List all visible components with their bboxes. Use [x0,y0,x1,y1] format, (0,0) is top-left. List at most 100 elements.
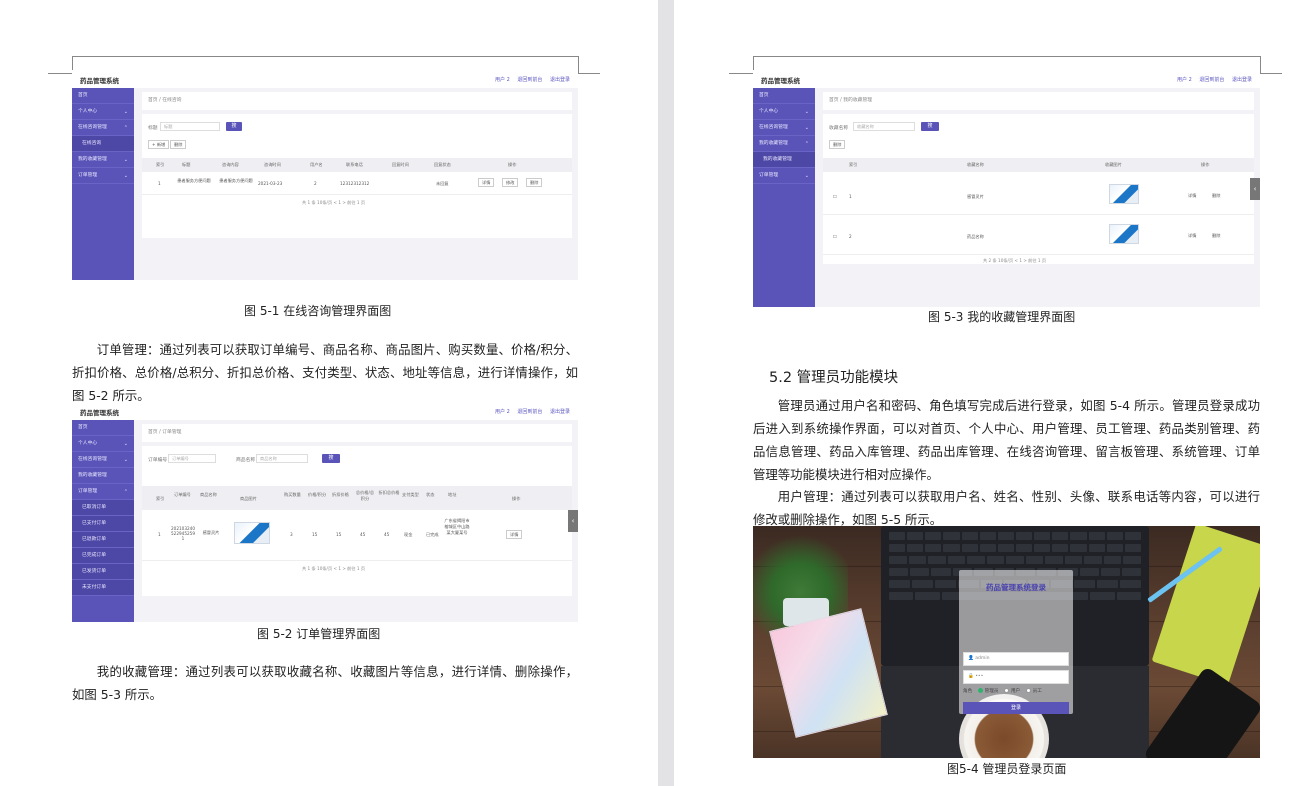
search-input[interactable]: 收藏名称 [853,122,915,131]
sidebar-item-home[interactable]: 首页 [753,88,815,104]
main-content: 首页 / 我的收藏管理 收藏名称 收藏名称 搜 删除 索引 收藏名称 收藏图片 … [815,88,1260,307]
app-title: 药品管理系统 [761,77,800,85]
order-no-input[interactable]: 订单编号 [168,454,216,463]
sidebar-item-favorite[interactable]: 我的收藏管理 [72,468,134,484]
figure-caption: 图5-4 管理员登录页面 [947,762,1067,776]
detail-button[interactable]: 详情 [506,530,523,539]
chevron-down-icon: ⌄ [804,173,809,179]
main-content: 首页 / 在线咨询 标题 标题 搜 + 新增 删除 索引 标题 咨询内容 咨询时… [134,88,578,280]
sidebar-item-consult[interactable]: 在线咨询管理 ⌄ [72,452,134,468]
delete-row-button[interactable]: 删除 [526,178,543,187]
section-heading: 5.2 管理员功能模块 [769,370,899,386]
order-no-label: 订单编号 [148,458,168,463]
delete-row-button[interactable]: 删除 [1209,232,1224,241]
corner-mark [578,56,579,74]
figure-consult-management: 药品管理系统 用户 2 退回到前台 退出登录 首页 个人中心 ⌄ 在线咨询管理 ⌃ … [72,70,578,280]
chevron-down-icon: ⌄ [804,109,809,115]
pagination[interactable]: 共 1 条 10条/页 < 1 > 前往 1 页 [302,200,365,206]
detail-button[interactable]: 详情 [1185,232,1200,241]
col-phone: 联系电话 [346,162,363,167]
delete-row-button[interactable]: 删除 [1209,192,1224,201]
col-time: 咨询时间 [264,162,281,167]
sidebar-item-home[interactable]: 首页 [72,420,134,436]
sidebar-item-order-paid[interactable]: 已支付订单 [72,516,134,532]
sidebar-item-order-refunded[interactable]: 已退款订单 [72,532,134,548]
logout-link[interactable]: 退出登录 [550,409,570,415]
front-link[interactable]: 退回到前台 [1199,77,1224,83]
search-input[interactable]: 标题 [160,122,220,131]
logout-link[interactable]: 退出登录 [1232,77,1252,83]
sidebar-item-consult[interactable]: 在线咨询管理 ⌃ [72,120,134,136]
pagination[interactable]: 共 2 条 10条/页 < 1 > 前往 1 页 [983,258,1046,264]
login-form: 药品管理系统登录 👤 admin 🔒 ••• 角色 管理员 用户 员工 登录 [959,570,1073,714]
front-link[interactable]: 退回到前台 [517,77,542,83]
sidebar-item-order-unpaid[interactable]: 未支付订单 [72,580,134,596]
user-link[interactable]: 用户 2 [1177,77,1192,83]
delete-button[interactable]: 删除 [829,140,846,149]
sidebar-item-order-shipped[interactable]: 已发货订单 [72,564,134,580]
row-checkbox[interactable]: ☐ [833,194,837,199]
row-checkbox[interactable]: ☐ [833,234,837,239]
favorite-thumbnail [1109,184,1139,204]
table-header: 索引 订单编号 商品名称 商品图片 购买数量 价格/积分 折扣价格 总价格/总积… [142,486,572,510]
paragraph-order-management: 订单管理：通过列表可以获取订单编号、商品名称、商品图片、购买数量、价格/积分、折… [72,342,578,403]
sidebar: 首页 个人中心 ⌄ 在线咨询管理 ⌃ 在线咨询 我的收藏管理 ⌄ 订单管理 ⌄ [72,88,134,280]
top-links: 用户 2 退回到前台 退出登录 [1171,76,1252,83]
favorite-thumbnail [1109,224,1139,244]
chevron-down-icon: ⌄ [123,457,128,463]
collapse-tab[interactable]: ‹ [1250,178,1260,200]
product-name-input[interactable]: 商品名称 [256,454,308,463]
delete-button[interactable]: 删除 [170,140,187,149]
pagination[interactable]: 共 1 条 10条/页 < 1 > 前往 1 页 [302,566,365,572]
main-content: 首页 / 订单管理 订单编号 订单编号 商品名称 商品名称 搜 索引 订单编号 … [134,420,578,622]
search-button[interactable]: 搜 [921,122,939,131]
sidebar-item-order-completed[interactable]: 已完成订单 [72,548,134,564]
radio-staff[interactable] [1025,688,1031,693]
sticky-notes-image [769,608,888,738]
search-button[interactable]: 搜 [226,122,242,131]
detail-button[interactable]: 详情 [1185,192,1200,201]
password-input[interactable]: 🔒 ••• [963,670,1069,684]
sidebar-item-favorite-sub[interactable]: 我的收藏管理 [753,152,815,168]
add-button[interactable]: + 新增 [148,140,170,149]
chevron-down-icon: ⌄ [804,125,809,131]
sidebar-item-order[interactable]: 订单管理 ⌃ [72,484,134,500]
front-link[interactable]: 退回到前台 [517,409,542,415]
sidebar-item-favorite[interactable]: 我的收藏管理 ⌃ [753,136,815,152]
sidebar-item-personal[interactable]: 个人中心 ⌄ [753,104,815,120]
search-button[interactable]: 搜 [322,454,340,463]
user-link[interactable]: 用户 2 [495,409,510,415]
top-links: 用户 2 退回到前台 退出登录 [489,76,570,83]
sidebar-item-consult-sub[interactable]: 在线咨询 [72,136,134,152]
top-links: 用户 2 退回到前台 退出登录 [489,408,570,415]
sidebar-item-order[interactable]: 订单管理 ⌄ [72,168,134,184]
sidebar-item-consult[interactable]: 在线咨询管理 ⌄ [753,120,815,136]
corner-mark [1260,56,1261,74]
sidebar-item-favorite[interactable]: 我的收藏管理 ⌄ [72,152,134,168]
page-gutter [658,0,674,786]
favorite-panel: 收藏名称 收藏名称 搜 删除 索引 收藏名称 收藏图片 操作 ☐ 1 感冒灵片 … [823,114,1254,264]
app-topbar: 药品管理系统 用户 2 退回到前台 退出登录 [753,70,1260,88]
sidebar-item-personal[interactable]: 个人中心 ⌄ [72,436,134,452]
row-divider [823,254,1254,255]
collapse-tab[interactable]: ‹ [568,510,578,532]
user-link[interactable]: 用户 2 [495,77,510,83]
figure-caption: 图 5-2 订单管理界面图 [257,627,381,641]
col-title: 标题 [182,162,191,167]
radio-admin[interactable] [977,688,983,693]
radio-user[interactable] [1003,688,1009,693]
app-topbar: 药品管理系统 用户 2 退回到前台 退出登录 [72,402,578,420]
detail-button[interactable]: 详情 [478,178,495,187]
sidebar-item-order[interactable]: 订单管理 ⌄ [753,168,815,184]
sidebar-item-home[interactable]: 首页 [72,88,134,104]
edit-button[interactable]: 修改 [502,178,519,187]
sidebar-item-order-cancelled[interactable]: 已取消订单 [72,500,134,516]
logout-link[interactable]: 退出登录 [550,77,570,83]
username-input[interactable]: 👤 admin [963,652,1069,666]
corner-mark [1260,73,1282,74]
product-name-label: 商品名称 [236,458,256,463]
sidebar-item-personal[interactable]: 个人中心 ⌄ [72,104,134,120]
chevron-up-icon: ⌃ [123,489,128,495]
login-button[interactable]: 登录 [963,702,1069,714]
table-header: 索引 收藏名称 收藏图片 操作 [823,158,1254,172]
